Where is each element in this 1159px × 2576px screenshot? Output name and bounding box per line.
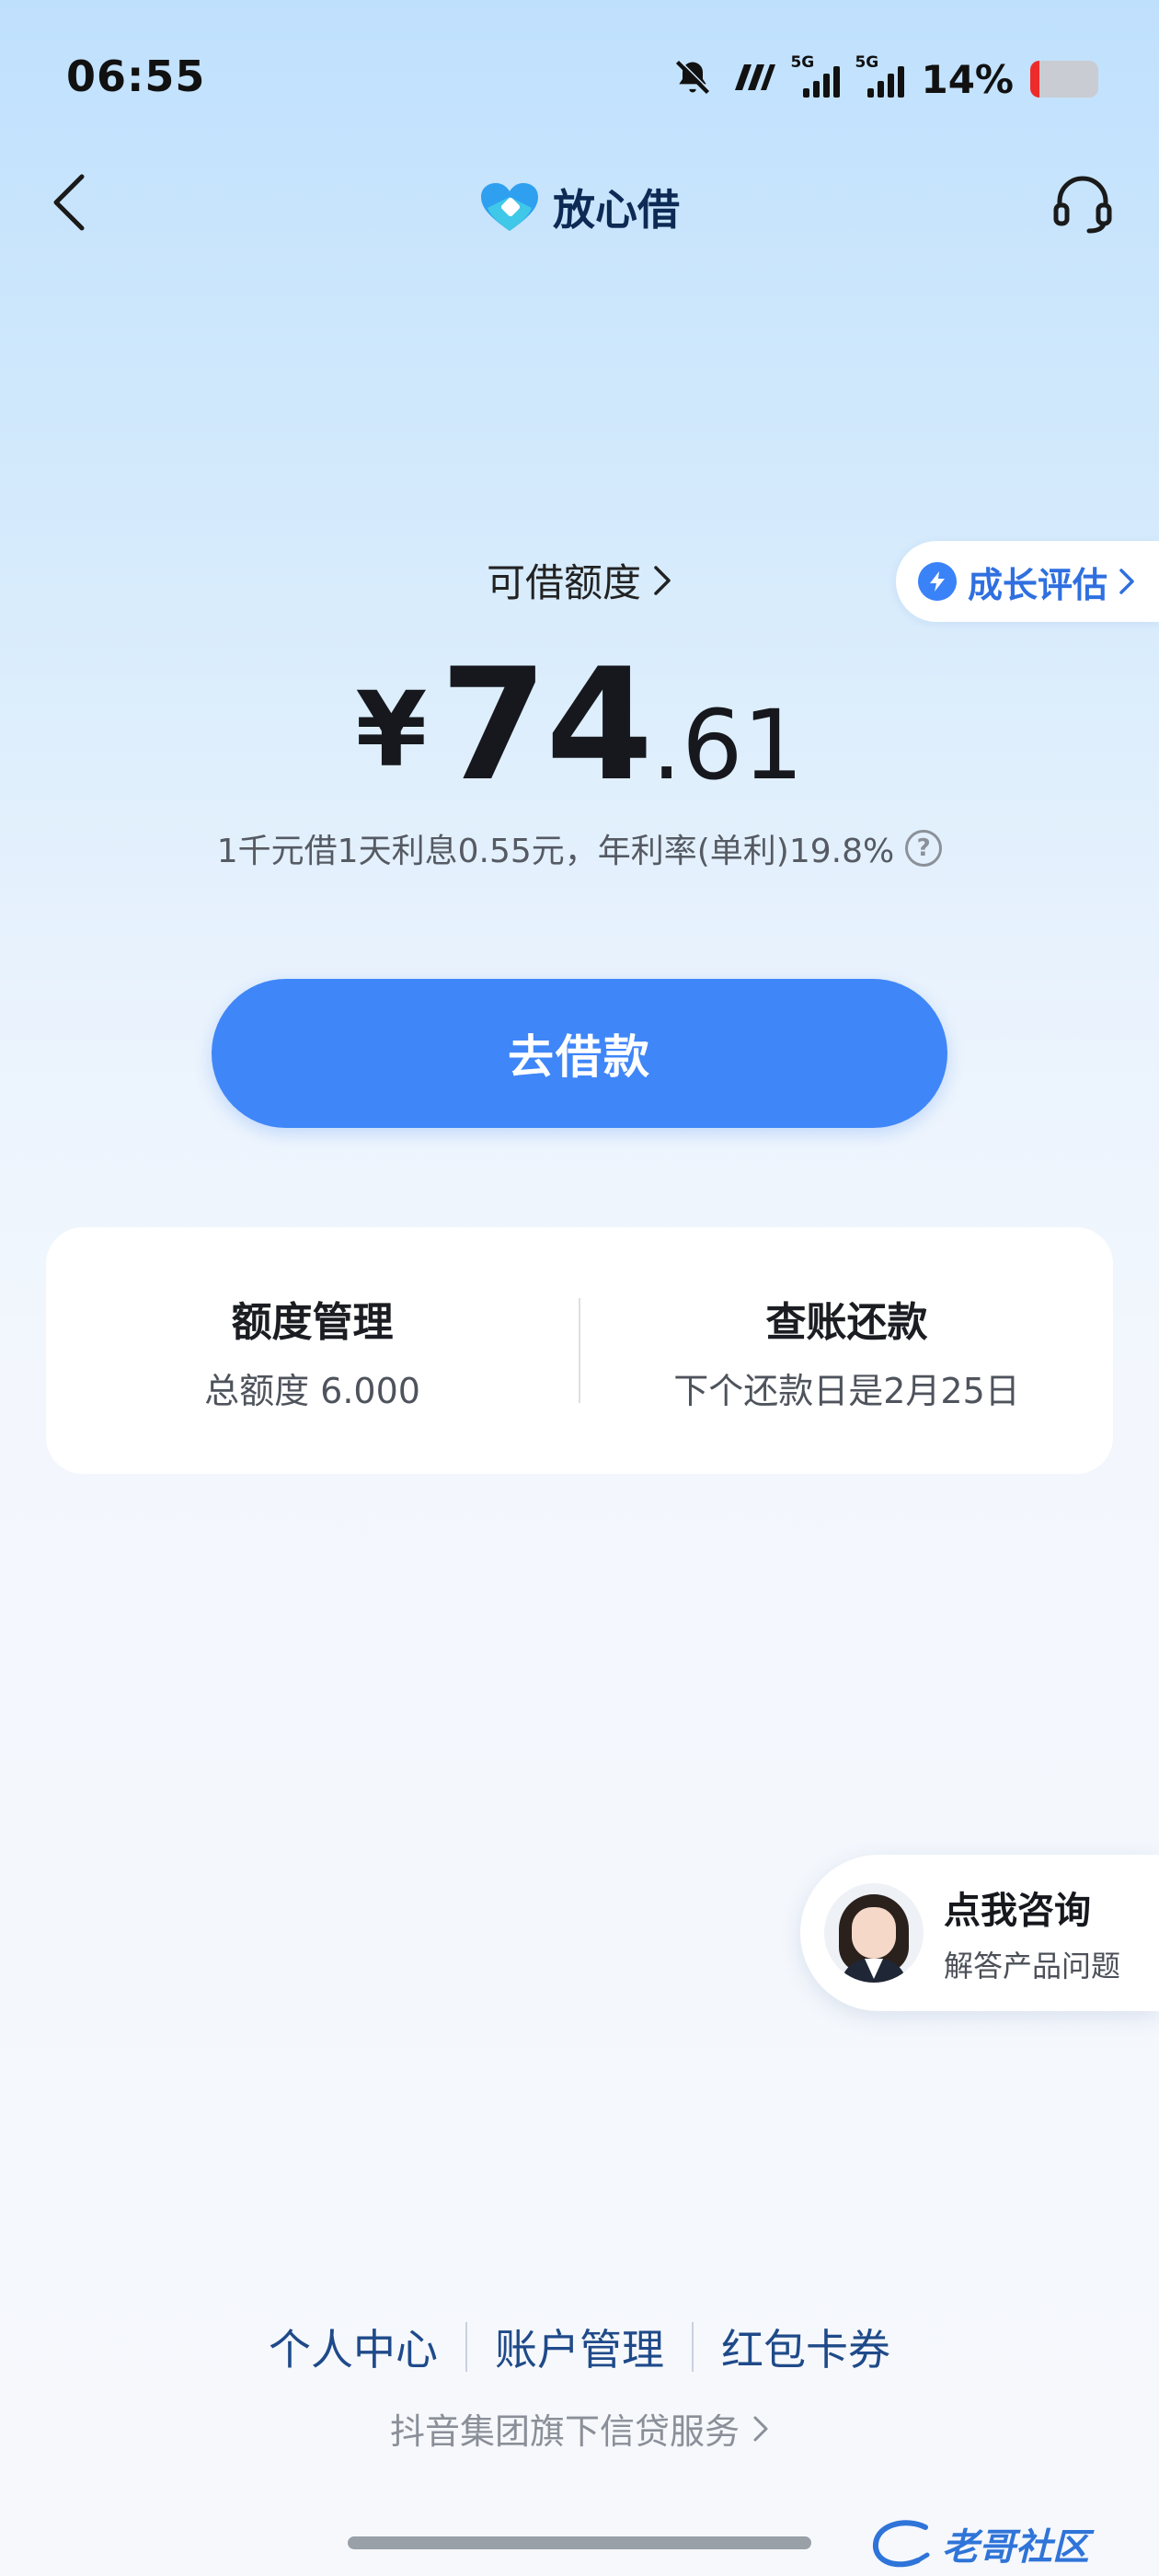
credit-label: 可借额度 [486, 560, 641, 605]
help-icon[interactable]: ? [905, 830, 943, 867]
next-repayment-date-text: 下个还款日是2月25日 [673, 1370, 1020, 1411]
bills-repayment-title: 查账还款 [765, 1298, 928, 1346]
amount-integer: 74 [440, 635, 653, 815]
coupons-link[interactable]: 红包卡券 [694, 2317, 918, 2377]
interest-rate-text: 1千元借1天利息0.55元，年利率(单利)19.8% [216, 833, 895, 870]
account-management-link[interactable]: 账户管理 [467, 2317, 692, 2377]
personal-center-link[interactable]: 个人中心 [241, 2317, 465, 2377]
watermark: 老哥社区 [870, 2512, 1137, 2576]
headset-icon [1053, 176, 1112, 234]
signal-label-1: 5G [790, 53, 815, 72]
lightning-icon [917, 562, 957, 601]
growth-assessment-label: 成长评估 [967, 564, 1107, 605]
footer-note-text: 抖音集团旗下信贷服务 [389, 2411, 740, 2452]
consult-title: 点我咨询 [944, 1890, 1091, 1932]
borrow-button[interactable]: 去借款 [212, 979, 947, 1128]
chevron-right-icon [753, 2416, 768, 2441]
available-credit-amount: ¥ 74 .61 [0, 635, 1159, 815]
customer-service-button[interactable] [1043, 167, 1122, 241]
bills-repayment-entry[interactable]: 查账还款 下个还款日是2月25日 [580, 1289, 1113, 1413]
nav-title: 放心借 [0, 177, 1159, 237]
currency-symbol: ¥ [355, 671, 428, 790]
nav-bar: 放心借 [0, 156, 1159, 248]
amount-decimal: .61 [651, 689, 804, 801]
hd-voice-icon [729, 59, 776, 99]
mute-bell-icon [672, 57, 713, 101]
account-card: 额度管理 总额度 6.000 查账还款 下个还款日是2月25日 [46, 1227, 1113, 1474]
consult-button[interactable]: 点我咨询 解答产品问题 [800, 1855, 1159, 2011]
credit-management-title: 额度管理 [231, 1298, 394, 1346]
chevron-right-icon [654, 565, 671, 595]
footer-links: 个人中心 账户管理 红包卡券 [0, 2317, 1159, 2377]
battery-percent: 14% [921, 56, 1014, 102]
borrow-button-label: 去借款 [508, 1030, 651, 1084]
chevron-right-icon [1119, 569, 1134, 594]
status-time: 06:55 [66, 52, 206, 101]
growth-assessment-button[interactable]: 成长评估 [895, 541, 1159, 622]
status-icons: 5G 5G 14% [672, 53, 1098, 105]
credit-management-entry[interactable]: 额度管理 总额度 6.000 [46, 1289, 579, 1413]
app-logo-icon [481, 183, 538, 231]
total-credit-text: 总额度 6.000 [204, 1370, 420, 1411]
agent-avatar [824, 1883, 924, 1983]
consult-subtitle: 解答产品问题 [944, 1949, 1121, 1984]
interest-rate-row: 1千元借1天利息0.55元，年利率(单利)19.8% ? [0, 824, 1159, 872]
consult-text: 点我咨询 解答产品问题 [944, 1880, 1120, 1985]
watermark-text: 老哥社区 [942, 2526, 1089, 2569]
home-indicator[interactable] [348, 2536, 811, 2549]
battery-icon [1030, 61, 1098, 98]
footer-note-link[interactable]: 抖音集团旗下信贷服务 [0, 2403, 1159, 2454]
signal-strength-icon-2: 5G [855, 53, 905, 98]
app-name: 放心借 [553, 185, 680, 235]
status-bar: 06:55 5G 5G 14% [0, 0, 1159, 156]
signal-label-2: 5G [855, 53, 879, 72]
dragon-logo-icon [872, 2520, 930, 2568]
signal-strength-icon-1: 5G [790, 53, 841, 98]
